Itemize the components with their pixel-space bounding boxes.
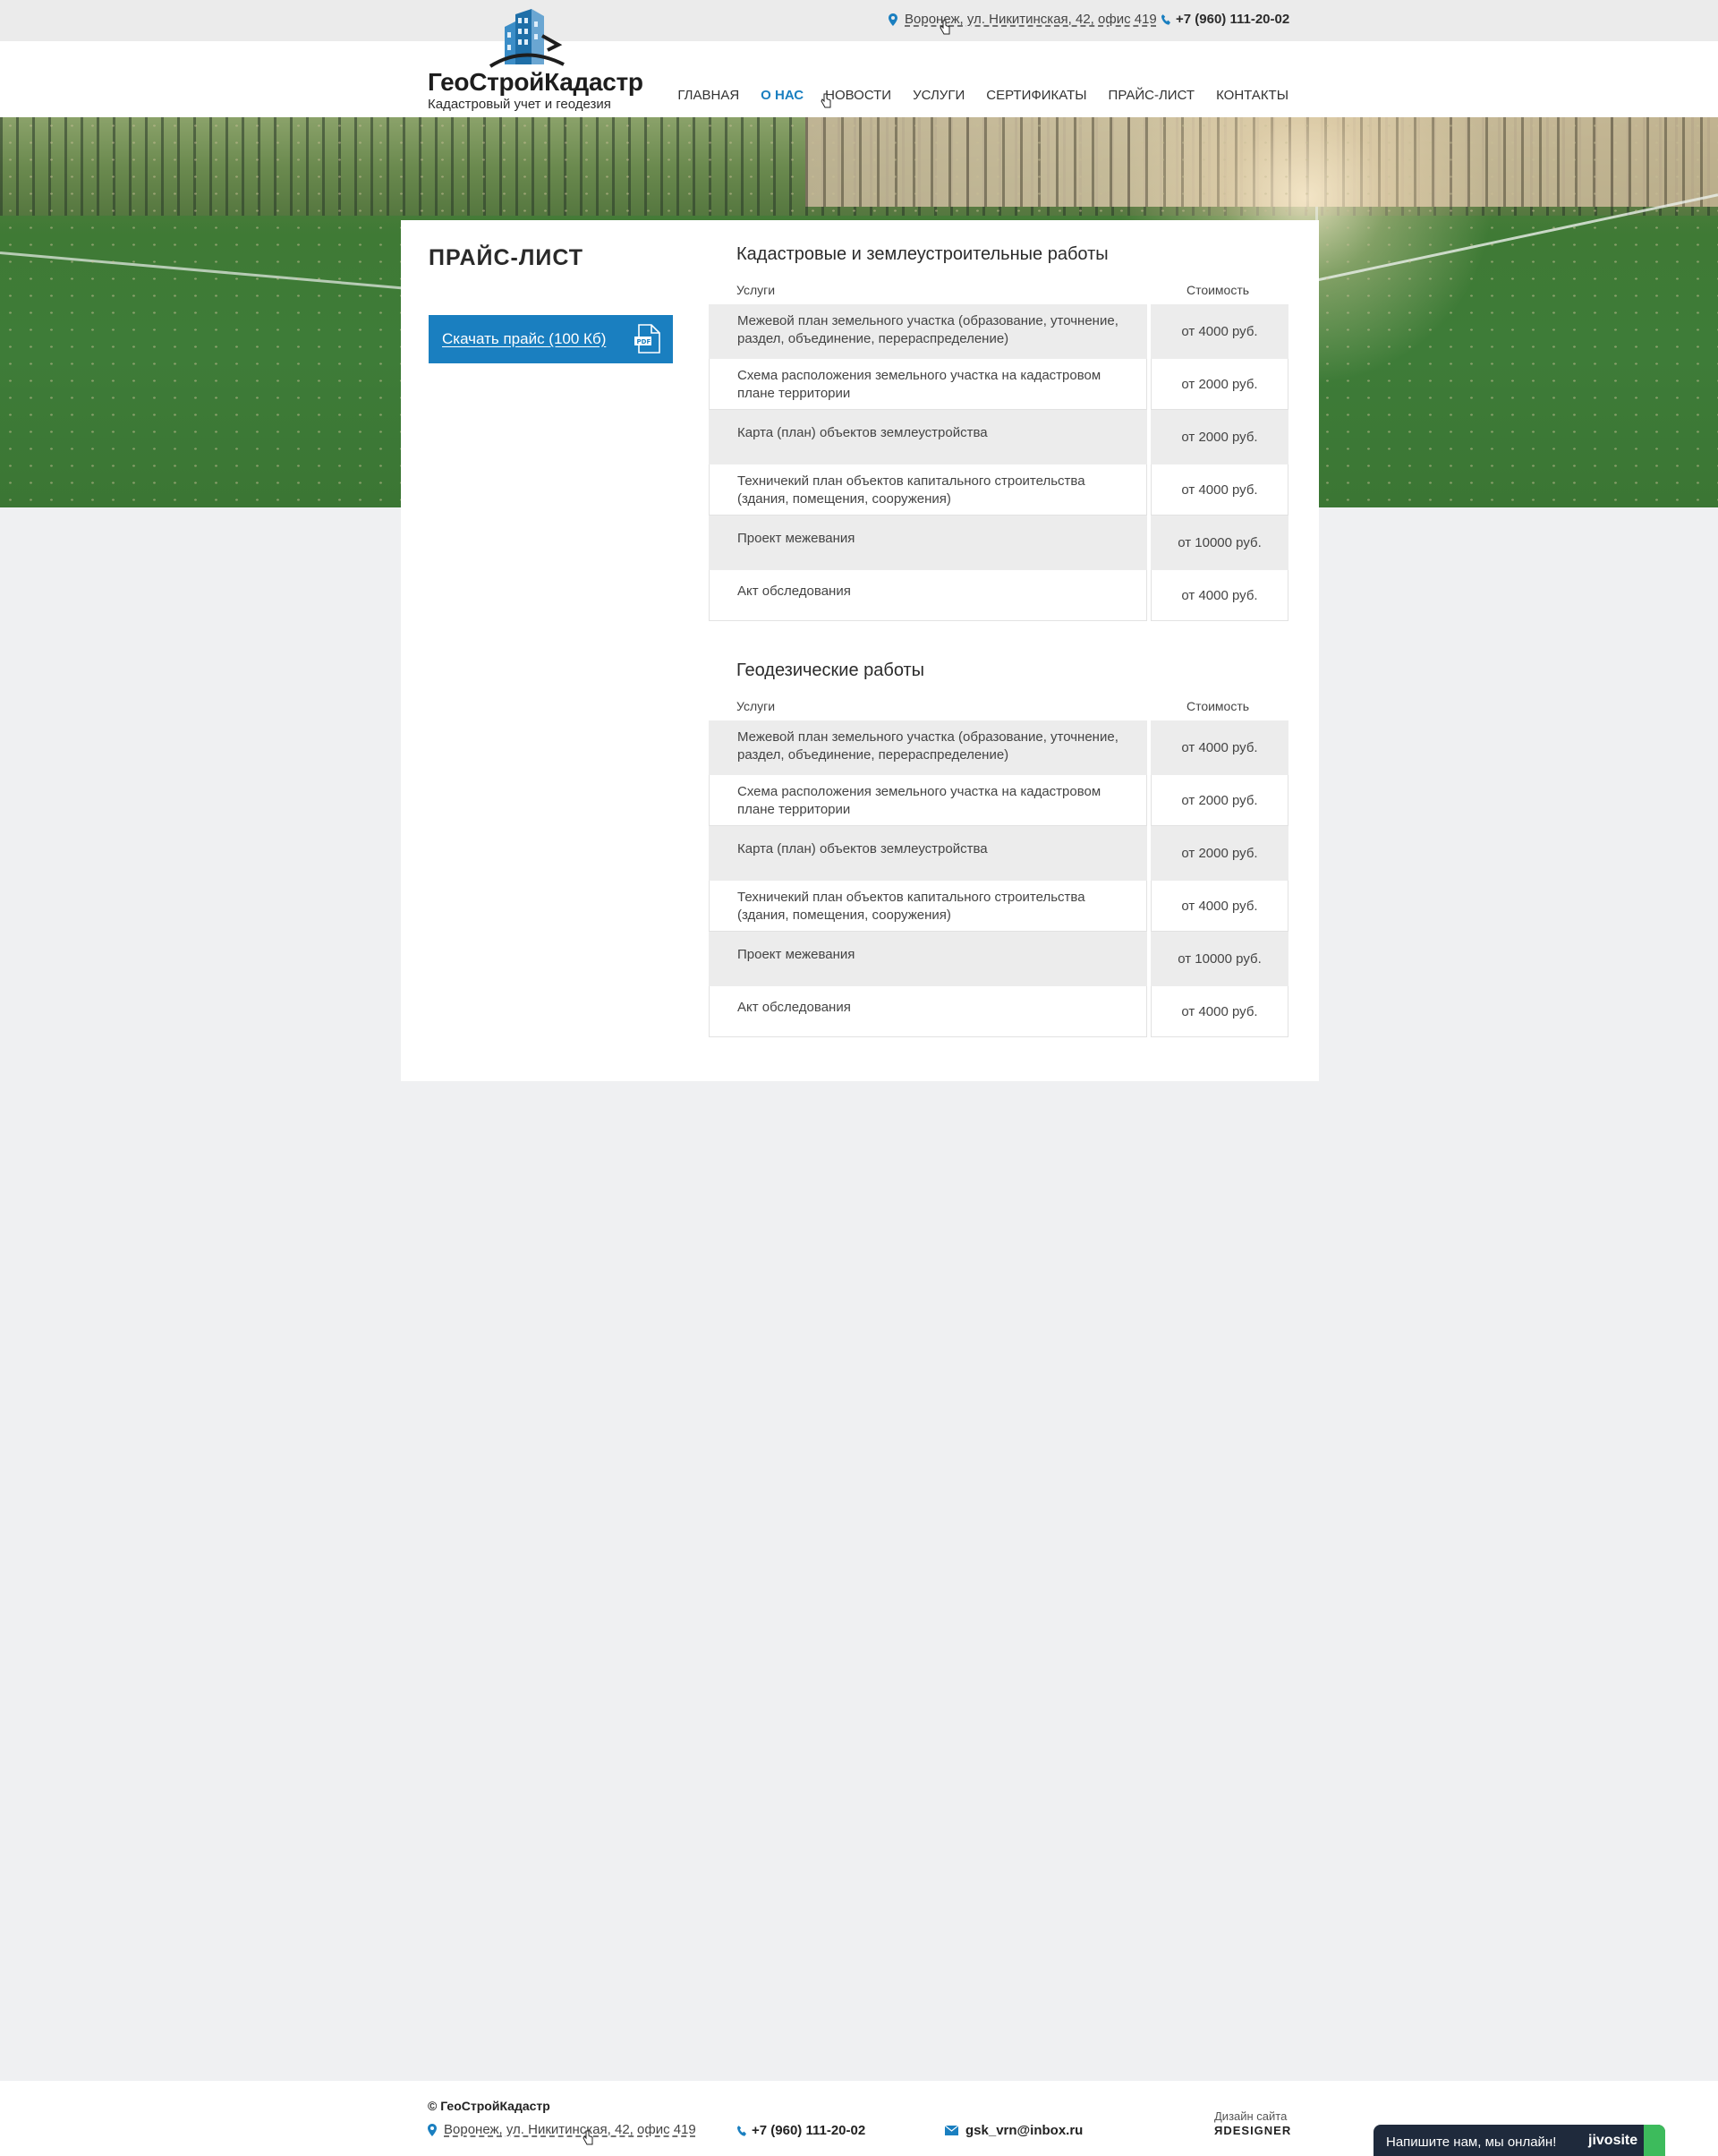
nav-item-price-list[interactable]: Прайс-лист [1109, 88, 1195, 103]
section-title: Кадастровые и землеустроительные работы [736, 244, 1109, 264]
logo-subtitle: Кадастровый учет и геодезия [428, 97, 611, 112]
price-list-card: Прайс-лист Скачать прайс (100 Кб) PDF Ка… [401, 220, 1319, 1081]
nav-item-contacts[interactable]: Контакты [1216, 88, 1288, 103]
table-row: Техничекий план объектов капитального ст… [709, 881, 1288, 932]
service-name: Карта (план) объектов землеустройства [709, 826, 1147, 881]
service-name: Карта (план) объектов землеустройства [709, 410, 1147, 464]
top-phone-link[interactable]: +7 (960) 111-20-02 [1161, 12, 1289, 27]
hand-cursor-icon [821, 93, 831, 108]
location-pin-icon [889, 13, 897, 26]
table-row: Акт обследования от 4000 руб. [709, 986, 1288, 1037]
table-row: Схема расположения земельного участка на… [709, 775, 1288, 826]
designer-label: Дизайн сайта [1214, 2109, 1288, 2123]
service-price: от 4000 руб. [1151, 570, 1288, 621]
top-address-link[interactable]: Воронеж, ул. Никитинская, 42, офис 419 [889, 12, 1157, 27]
footer-email-text: gsk_vrn@inbox.ru [965, 2123, 1084, 2138]
footer-email-link[interactable]: gsk_vrn@inbox.ru [945, 2123, 1083, 2138]
main-nav: Главная О нас Новости Услуги Сертификаты… [677, 88, 1288, 103]
service-price: от 4000 руб. [1151, 464, 1288, 516]
table-row: Карта (план) объектов землеустройства от… [709, 410, 1288, 464]
svg-text:PDF: PDF [637, 338, 651, 345]
page-title: Прайс-лист [429, 245, 584, 270]
top-bar: Воронеж, ул. Никитинская, 42, офис 419 +… [0, 0, 1718, 41]
footer-phone-text: +7 (960) 111-20-02 [752, 2123, 866, 2138]
table-row: Схема расположения земельного участка на… [709, 359, 1288, 410]
service-price: от 4000 руб. [1151, 720, 1288, 775]
service-name: Техничекий план объектов капитального ст… [709, 464, 1147, 516]
hand-cursor-icon [583, 2130, 593, 2145]
service-name: Акт обследования [709, 986, 1147, 1037]
service-name: Межевой план земельного участка (образов… [709, 304, 1147, 359]
footer-address-text: Воронеж, ул. Никитинская, 42, офис 419 [444, 2122, 696, 2137]
service-price: от 4000 руб. [1151, 304, 1288, 359]
top-phone-text: +7 (960) 111-20-02 [1176, 12, 1290, 27]
site-header [0, 41, 1718, 117]
hand-cursor-icon [940, 20, 950, 35]
service-name: Межевой план земельного участка (образов… [709, 720, 1147, 775]
jivosite-chat-widget[interactable]: Напишите нам, мы онлайн! jivosite [1374, 2125, 1665, 2156]
download-price-label: Скачать прайс (100 Кб) [442, 330, 607, 347]
nav-item-home[interactable]: Главная [677, 88, 739, 103]
section-title: Геодезические работы [736, 660, 925, 680]
pdf-file-icon: PDF [634, 324, 660, 354]
table-header: Услуги Стоимость [709, 274, 1288, 304]
footer-phone-link[interactable]: +7 (960) 111-20-02 [737, 2123, 865, 2138]
chat-message: Напишите нам, мы онлайн! [1386, 2135, 1557, 2150]
service-name: Проект межевания [709, 516, 1147, 570]
site-logo[interactable]: ГеоСтройКадастр Кадастровый учет и геоде… [428, 9, 643, 112]
service-price: от 4000 руб. [1151, 986, 1288, 1037]
service-price: от 2000 руб. [1151, 826, 1288, 881]
phone-icon [1161, 13, 1170, 25]
column-header-service: Услуги [736, 699, 776, 713]
table-row: Акт обследования от 4000 руб. [709, 570, 1288, 621]
table-header: Услуги Стоимость [709, 690, 1288, 720]
service-price: от 10000 руб. [1151, 932, 1288, 986]
service-price: от 4000 руб. [1151, 881, 1288, 932]
nav-item-services[interactable]: Услуги [913, 88, 965, 103]
service-name: Схема расположения земельного участка на… [709, 775, 1147, 826]
service-name: Акт обследования [709, 570, 1147, 621]
column-header-price: Стоимость [1186, 283, 1250, 297]
logo-title: ГеоСтройКадастр [428, 68, 643, 96]
table-row: Межевой план земельного участка (образов… [709, 720, 1288, 775]
service-name: Техничекий план объектов капитального ст… [709, 881, 1147, 932]
footer-copyright: © ГеоСтройКадастр [428, 2099, 550, 2113]
column-header-price: Стоимость [1186, 699, 1250, 713]
designer-brand: ЯDESIGNER [1214, 2124, 1292, 2137]
section-geodetic: Геодезические работы Услуги Стоимость Ме… [709, 660, 1288, 1037]
location-pin-icon [428, 2123, 437, 2136]
table-row: Проект межевания от 10000 руб. [709, 516, 1288, 570]
nav-item-certificates[interactable]: Сертификаты [986, 88, 1086, 103]
service-price: от 10000 руб. [1151, 516, 1288, 570]
service-price: от 2000 руб. [1151, 410, 1288, 464]
table-row: Проект межевания от 10000 руб. [709, 932, 1288, 986]
table-row: Межевой план земельного участка (образов… [709, 304, 1288, 359]
chat-online-indicator [1644, 2125, 1665, 2156]
service-price: от 2000 руб. [1151, 775, 1288, 826]
download-price-button[interactable]: Скачать прайс (100 Кб) PDF [429, 315, 673, 363]
section-cadastral: Кадастровые и землеустроительные работы … [709, 244, 1288, 621]
service-price: от 2000 руб. [1151, 359, 1288, 410]
envelope-icon [945, 2126, 958, 2135]
footer-address-link[interactable]: Воронеж, ул. Никитинская, 42, офис 419 [428, 2122, 696, 2137]
table-row: Карта (план) объектов землеустройства от… [709, 826, 1288, 881]
column-header-service: Услуги [736, 283, 776, 297]
building-logo-icon [489, 9, 565, 68]
service-name: Проект межевания [709, 932, 1147, 986]
chat-brand: jivosite [1588, 2133, 1638, 2148]
nav-item-about[interactable]: О нас [761, 88, 804, 103]
table-row: Техничекий план объектов капитального ст… [709, 464, 1288, 516]
nav-item-news[interactable]: Новости [825, 88, 891, 103]
designer-credit[interactable]: Дизайн сайта ЯDESIGNER [1214, 2109, 1291, 2138]
phone-icon [737, 2125, 746, 2136]
service-name: Схема расположения земельного участка на… [709, 359, 1147, 410]
